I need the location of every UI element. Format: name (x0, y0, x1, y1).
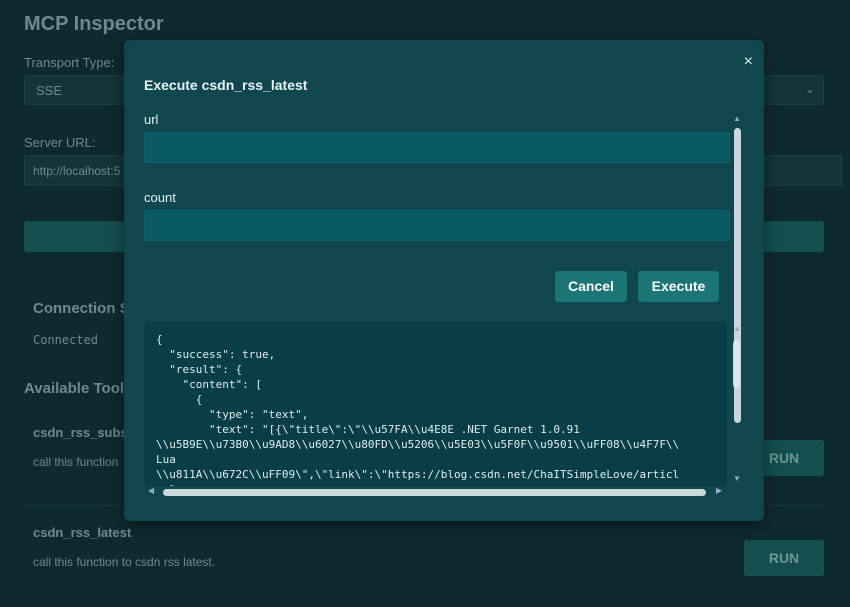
connection-status-title: Connection S (33, 300, 130, 317)
scroll-left-icon[interactable]: ◀ (148, 486, 154, 495)
horizontal-scroll-thumb[interactable] (163, 489, 706, 496)
chevron-down-icon: ⌄ (804, 82, 815, 96)
tool-description: call this function to csdn rss latest. (33, 555, 216, 569)
scroll-thumb[interactable] (733, 340, 740, 388)
scroll-down-icon[interactable]: ▼ (732, 474, 742, 483)
result-json: { "success": true, "result": { "content"… (156, 333, 680, 486)
count-label: count (144, 190, 176, 205)
result-scrollbar[interactable]: ▲ (732, 324, 742, 484)
connection-status-text: Connected (33, 333, 99, 347)
result-output: { "success": true, "result": { "content"… (144, 322, 727, 486)
app-title: MCP Inspector (24, 13, 164, 35)
close-icon[interactable]: × (744, 53, 753, 71)
scroll-right-icon[interactable]: ▶ (716, 486, 722, 495)
execute-tool-dialog: × Execute csdn_rss_latest url count ▲ Ca… (124, 40, 764, 521)
transport-type-value: SSE (36, 83, 63, 98)
tool-name: csdn_rss_latest (33, 525, 132, 540)
count-input[interactable] (144, 210, 730, 241)
url-label: url (144, 112, 159, 127)
tool-description: call this function (33, 455, 119, 469)
available-tools-title: Available Tool (24, 380, 125, 397)
cancel-button[interactable]: Cancel (555, 271, 627, 302)
server-url-value: http://localhost:5 (33, 164, 121, 178)
execute-button[interactable]: Execute (638, 271, 719, 302)
transport-type-label: Transport Type: (24, 55, 115, 70)
scroll-up-icon[interactable]: ▲ (732, 114, 742, 123)
dialog-title: Execute csdn_rss_latest (144, 77, 308, 93)
server-url-label: Server URL: (24, 135, 96, 150)
url-input[interactable] (144, 132, 730, 163)
scroll-up-icon[interactable]: ▲ (732, 324, 742, 333)
run-button[interactable]: RUN (744, 540, 824, 576)
result-horizontal-scrollbar[interactable]: ◀ ▶ (144, 486, 728, 498)
tool-name: csdn_rss_subsc (33, 425, 135, 440)
